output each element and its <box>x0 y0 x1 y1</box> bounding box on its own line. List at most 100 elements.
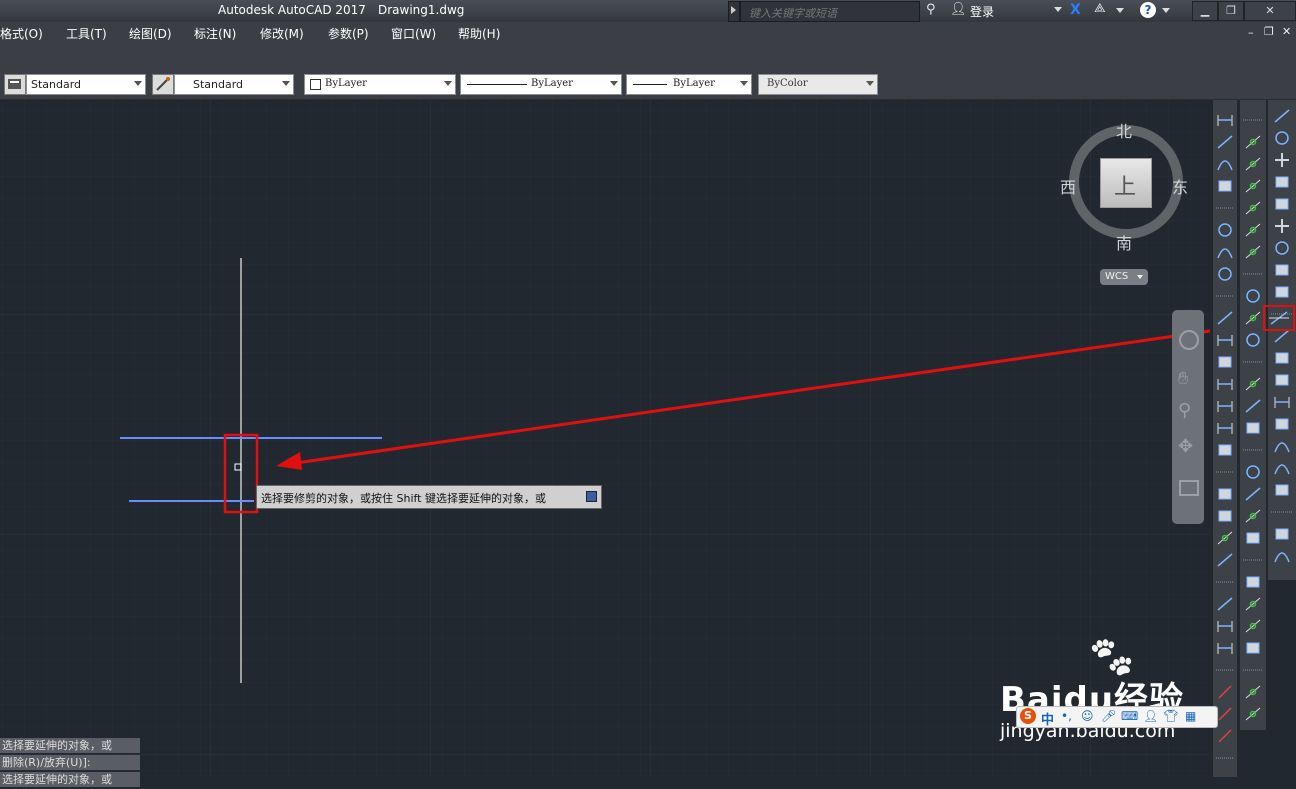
snap-tool-3[interactable] <box>1245 157 1261 171</box>
snap-tool-9[interactable] <box>1246 289 1260 303</box>
snap-tool-19[interactable] <box>1245 509 1261 523</box>
snap-tool-13[interactable] <box>1245 377 1261 391</box>
dimension-tool-19[interactable] <box>1218 510 1232 522</box>
compass-north[interactable]: 北 <box>1116 118 1132 142</box>
modify-tool-14[interactable] <box>1274 397 1290 408</box>
modify-tool-4[interactable] <box>1275 176 1289 188</box>
minimize-button[interactable]: ▁ <box>1192 1 1218 21</box>
snap-tool-24[interactable] <box>1245 619 1261 633</box>
restore-button[interactable]: ❐ <box>1218 1 1244 21</box>
punctuation-icon[interactable]: •, <box>1061 709 1072 723</box>
close-button[interactable]: ✕ <box>1244 1 1296 21</box>
modify-tool-6[interactable] <box>1275 219 1289 233</box>
snap-tool-5[interactable] <box>1245 201 1261 215</box>
dimension-tool-12[interactable] <box>1218 356 1232 368</box>
text-style-icon[interactable] <box>4 74 26 95</box>
dimension-tool-1[interactable] <box>1217 115 1233 126</box>
modify-tool-20[interactable] <box>1275 528 1289 540</box>
modify-tool-9[interactable] <box>1275 286 1289 298</box>
dimension-tool-10[interactable] <box>1217 311 1233 325</box>
emoji-icon[interactable]: ☺︎ <box>1081 709 1094 723</box>
dimension-tool-15[interactable] <box>1217 423 1233 434</box>
showmotion-icon[interactable] <box>1179 480 1199 496</box>
menu-window[interactable]: 窗口(W) <box>391 25 436 42</box>
search-expand-button[interactable] <box>728 1 740 22</box>
plot-style-select[interactable]: ByColor <box>758 74 878 95</box>
modify-tool-3[interactable] <box>1275 153 1289 167</box>
dimension-tool-11[interactable] <box>1217 335 1233 346</box>
compass-west[interactable]: 西 <box>1060 174 1076 198</box>
a360-icon[interactable]: ⟁ <box>1094 1 1106 16</box>
snap-tool-15[interactable] <box>1246 422 1260 434</box>
dimension-tool-14[interactable] <box>1217 401 1233 412</box>
ime-language[interactable]: 中 <box>1041 709 1054 728</box>
dimension-tool-20[interactable] <box>1217 531 1233 545</box>
modify-tool-7[interactable] <box>1275 241 1289 255</box>
exchange-icon[interactable]: X <box>1070 2 1081 18</box>
pan-hand-icon[interactable]: ✋︎ <box>1178 368 1188 389</box>
dimension-tool-7[interactable] <box>1217 248 1233 259</box>
dimension-tool-24[interactable] <box>1217 621 1233 632</box>
snap-tool-7[interactable] <box>1245 245 1261 259</box>
trim-icon[interactable] <box>1268 309 1290 327</box>
compass-east[interactable]: 东 <box>1172 174 1188 198</box>
dimension-tool-21[interactable] <box>1217 553 1233 567</box>
a360-dropdown-icon[interactable] <box>1116 8 1124 13</box>
snap-tool-10[interactable] <box>1245 311 1261 325</box>
user-icon[interactable]: 👤︎ <box>1143 709 1158 723</box>
menu-modify[interactable]: 修改(M) <box>260 25 304 42</box>
modify-tool-12[interactable] <box>1275 352 1289 364</box>
menu-tools[interactable]: 工具(T) <box>66 25 107 42</box>
doc-minimize-button[interactable]: – <box>1248 26 1254 39</box>
doc-close-button[interactable]: ✕ <box>1282 25 1291 38</box>
modify-tool-5[interactable] <box>1275 198 1289 210</box>
snap-tool-23[interactable] <box>1245 597 1261 611</box>
toolbox-icon[interactable]: ▦ <box>1185 709 1196 723</box>
dimension-tool-23[interactable] <box>1217 597 1233 611</box>
snap-tool-27[interactable] <box>1245 685 1261 699</box>
snap-tool-25[interactable] <box>1246 642 1260 654</box>
login-dropdown-icon[interactable] <box>1054 7 1062 12</box>
menu-parameter[interactable]: 参数(P) <box>328 25 369 42</box>
snap-tool-2[interactable] <box>1245 135 1261 149</box>
snap-tool-6[interactable] <box>1245 223 1261 237</box>
steering-wheel-icon[interactable] <box>1179 330 1199 350</box>
help-dropdown-icon[interactable] <box>1162 8 1170 13</box>
skin-icon[interactable]: 👕︎ <box>1163 709 1178 723</box>
modify-tool-21[interactable] <box>1274 552 1290 563</box>
snap-tool-4[interactable] <box>1245 179 1261 193</box>
login-link[interactable]: 登录 <box>970 3 994 20</box>
compass-south[interactable]: 南 <box>1116 230 1132 254</box>
sogou-icon[interactable]: S <box>1020 708 1036 724</box>
modify-tool-15[interactable] <box>1275 418 1289 430</box>
search-input[interactable] <box>745 5 909 22</box>
dimension-tool-6[interactable] <box>1218 223 1232 237</box>
linetype-select[interactable]: ByLayer <box>460 74 622 95</box>
snap-tool-17[interactable] <box>1246 465 1260 479</box>
snap-tool-18[interactable] <box>1245 487 1261 501</box>
lineweight-select[interactable]: ByLayer <box>626 74 752 95</box>
dimension-tool-8[interactable] <box>1218 267 1232 281</box>
menu-help[interactable]: 帮助(H) <box>458 25 500 42</box>
keyboard-icon[interactable]: ⌨ <box>1121 709 1138 723</box>
menu-draw[interactable]: 绘图(D) <box>129 25 172 42</box>
snap-tool-28[interactable] <box>1245 707 1261 721</box>
snap-tool-14[interactable] <box>1245 399 1261 413</box>
color-select[interactable]: ByLayer <box>304 74 456 95</box>
dimension-tool-2[interactable] <box>1217 135 1233 149</box>
zoom-icon[interactable]: ⚲ <box>1178 400 1191 421</box>
tooltip-options-icon[interactable] <box>586 491 597 502</box>
modify-tool-13[interactable] <box>1275 374 1289 386</box>
text-style-select[interactable]: Standard <box>26 74 146 95</box>
help-icon[interactable]: ? <box>1140 2 1156 18</box>
voice-icon[interactable]: 🎤︎ <box>1101 709 1116 723</box>
snap-tool-22[interactable] <box>1246 576 1260 588</box>
search-box[interactable] <box>740 1 920 22</box>
modify-tool-17[interactable] <box>1274 464 1290 475</box>
snap-tool-11[interactable] <box>1246 333 1260 347</box>
ime-toolbar[interactable]: S 中 •, ☺︎ 🎤︎ ⌨ 👤︎ 👕︎ ▦ <box>1016 706 1218 728</box>
viewcube-top-face[interactable]: 上 <box>1100 158 1152 208</box>
dimension-tool-3[interactable] <box>1217 160 1233 171</box>
binoculars-icon[interactable]: ⚲ <box>926 2 936 17</box>
menu-dimension[interactable]: 标注(N) <box>194 25 236 42</box>
